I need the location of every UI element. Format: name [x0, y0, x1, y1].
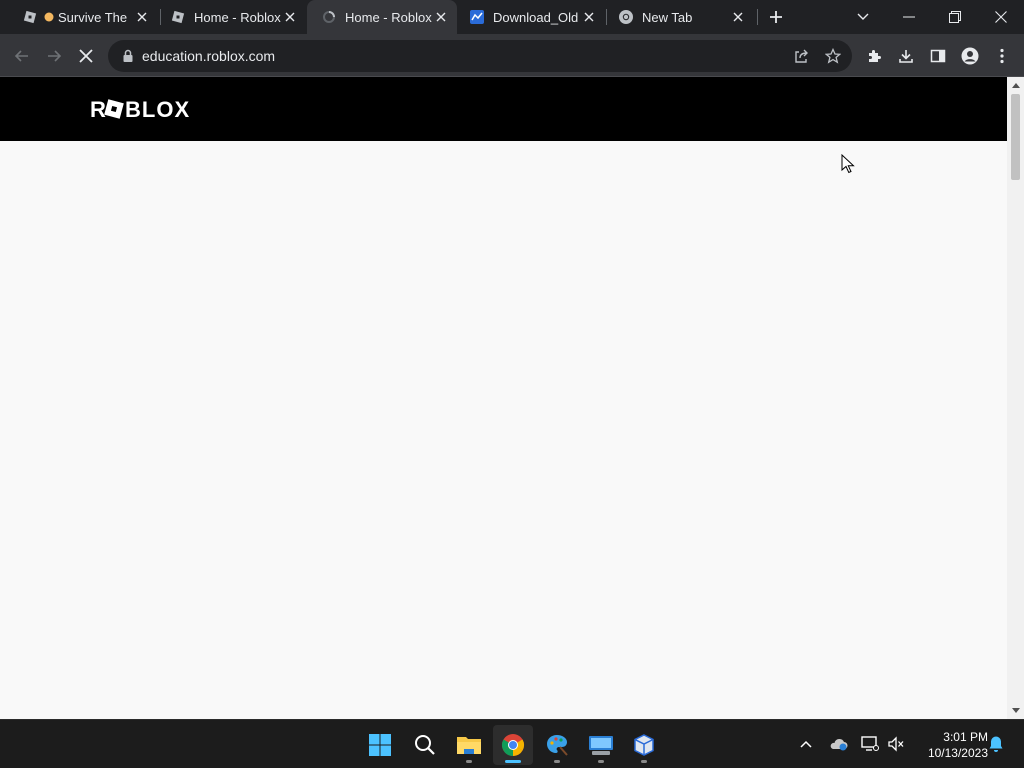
close-icon	[995, 11, 1007, 23]
chevron-up-icon	[800, 740, 812, 748]
stop-loading-button[interactable]	[72, 42, 100, 70]
keyboard-window-icon	[589, 736, 613, 755]
forward-button[interactable]	[40, 42, 68, 70]
roblox-header: R BLOX	[0, 77, 1007, 141]
running-indicator	[641, 760, 647, 763]
url-text[interactable]: education.roblox.com	[142, 48, 275, 64]
restore-icon	[949, 11, 961, 23]
scroll-down-icon[interactable]	[1007, 702, 1024, 719]
taskbar-clock[interactable]: 3:01 PM 10/13/2023	[912, 729, 988, 761]
close-icon[interactable]	[134, 9, 150, 25]
browser-toolbar: education.roblox.com	[0, 34, 1024, 77]
kebab-menu-icon	[1000, 48, 1004, 64]
forward-arrow-icon	[48, 50, 62, 62]
file-explorer-button[interactable]	[449, 725, 489, 765]
side-panel-button[interactable]	[924, 42, 952, 70]
stop-icon	[79, 49, 93, 63]
vertical-scrollbar[interactable]	[1007, 77, 1024, 719]
chevron-down-icon	[857, 13, 869, 20]
minimize-icon	[903, 16, 915, 18]
tab-separator	[757, 9, 758, 25]
windows-taskbar: 3:01 PM 10/13/2023	[0, 719, 1024, 768]
menu-button[interactable]	[988, 42, 1016, 70]
scroll-up-icon[interactable]	[1007, 77, 1024, 94]
minimize-button[interactable]	[886, 0, 932, 34]
lock-icon	[123, 49, 133, 62]
windows-logo-icon	[369, 734, 391, 756]
share-icon[interactable]	[789, 44, 813, 68]
address-bar[interactable]: education.roblox.com	[108, 40, 852, 72]
paint-app-button[interactable]	[537, 725, 577, 765]
downloads-button[interactable]	[892, 42, 920, 70]
side-panel-icon	[930, 49, 946, 63]
running-indicator	[554, 760, 560, 763]
mouse-cursor-icon	[841, 154, 855, 174]
roblox-logo[interactable]: R BLOX	[90, 97, 200, 127]
network-icon[interactable]	[860, 734, 880, 754]
download-icon	[899, 50, 913, 63]
profile-icon	[961, 47, 979, 65]
close-icon[interactable]	[581, 9, 597, 25]
tab-title: Survive The	[58, 9, 128, 25]
tab-download-old[interactable]: Download_Old	[455, 0, 605, 34]
audio-dot-icon	[44, 9, 54, 25]
tab-new-tab[interactable]: New Tab	[604, 0, 754, 34]
document-icon	[469, 9, 485, 25]
running-indicator	[505, 760, 521, 763]
close-icon[interactable]	[433, 9, 449, 25]
chrome-icon	[502, 734, 524, 756]
volume-muted-icon[interactable]	[886, 734, 906, 754]
tab-title: Home - Roblox	[194, 9, 281, 25]
extensions-button[interactable]	[860, 42, 888, 70]
bookmark-star-icon[interactable]	[821, 44, 845, 68]
show-hidden-icons-button[interactable]	[796, 734, 816, 754]
tab-title: Download_Old	[493, 9, 579, 25]
notification-bell-icon[interactable]	[986, 734, 1006, 754]
running-indicator	[466, 760, 472, 763]
restore-button[interactable]	[932, 0, 978, 34]
web-page: R BLOX	[0, 77, 1007, 719]
search-icon	[415, 735, 435, 755]
paint-palette-icon	[547, 735, 568, 756]
close-icon[interactable]	[282, 9, 298, 25]
roblox-icon	[22, 9, 38, 25]
app-window-button[interactable]	[581, 725, 621, 765]
clock-time: 3:01 PM	[943, 730, 988, 744]
onedrive-icon[interactable]	[828, 734, 848, 754]
search-button[interactable]	[405, 725, 445, 765]
tab-search-button[interactable]	[840, 0, 886, 34]
close-icon[interactable]	[730, 9, 746, 25]
back-button[interactable]	[8, 42, 36, 70]
start-button[interactable]	[360, 725, 400, 765]
cube-icon	[634, 734, 654, 756]
loading-icon	[321, 9, 337, 25]
folder-icon	[457, 737, 481, 754]
close-window-button[interactable]	[978, 0, 1024, 34]
tab-home-roblox-active[interactable]: Home - Roblox	[307, 0, 457, 34]
svg-text:BLOX: BLOX	[125, 97, 190, 121]
chrome-taskbar-button[interactable]	[493, 725, 533, 765]
plus-icon	[770, 11, 782, 23]
tab-strip: Survive The Home - Roblox Home - Roblox	[0, 0, 1024, 34]
tab-survive[interactable]: Survive The	[8, 0, 158, 34]
profile-button[interactable]	[956, 42, 984, 70]
tab-title: Home - Roblox	[345, 9, 432, 25]
roblox-icon	[170, 9, 186, 25]
scroll-thumb[interactable]	[1011, 94, 1020, 180]
screen: Survive The Home - Roblox Home - Roblox	[0, 0, 1024, 768]
chrome-icon	[618, 9, 634, 25]
running-indicator	[598, 760, 604, 763]
tab-title: New Tab	[642, 9, 693, 25]
clock-date: 10/13/2023	[927, 746, 988, 760]
new-tab-button[interactable]	[764, 5, 788, 29]
virtualbox-button[interactable]	[624, 725, 664, 765]
puzzle-icon	[869, 50, 881, 62]
back-arrow-icon	[14, 50, 28, 62]
tab-home-roblox-1[interactable]: Home - Roblox	[156, 0, 306, 34]
svg-text:R: R	[90, 97, 107, 121]
